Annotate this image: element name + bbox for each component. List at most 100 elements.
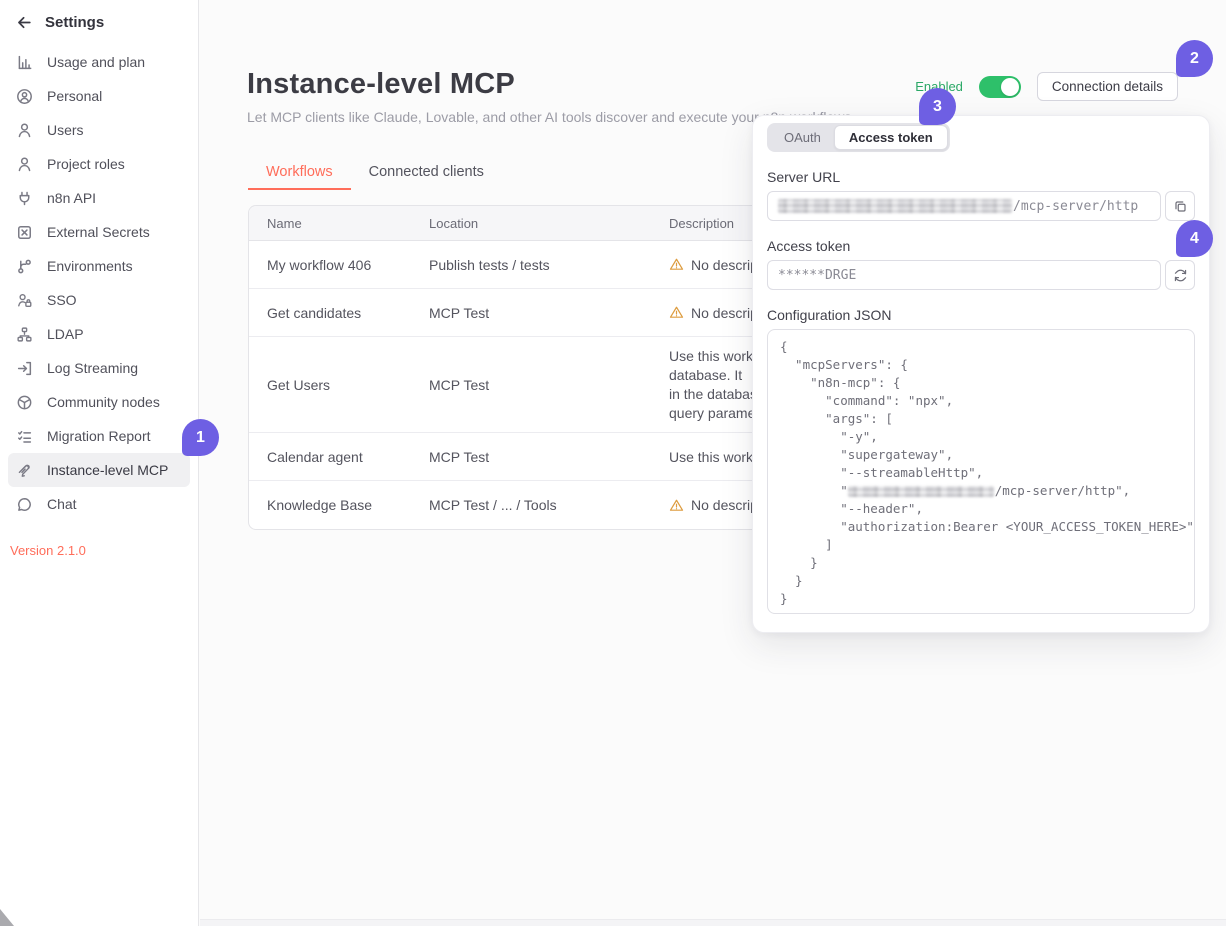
code-line: } [780, 572, 1182, 590]
sidebar-item-project-roles[interactable]: Project roles [8, 147, 190, 181]
sidebar-item-chat[interactable]: Chat [8, 487, 190, 521]
sidebar-item-label: Usage and plan [47, 54, 145, 70]
sidebar-item-label: SSO [47, 292, 77, 308]
server-url-label: Server URL [767, 169, 1195, 185]
access-token-label: Access token [767, 238, 1195, 254]
workflow-location: MCP Test [427, 449, 667, 465]
settings-sidebar: Settings Usage and plan Personal Users P… [0, 0, 199, 926]
code-line: "args": [ [780, 410, 1182, 428]
code-line: "command": "npx", [780, 392, 1182, 410]
redacted-server-host [848, 486, 994, 497]
code-line: "authorization:Bearer <YOUR_ACCESS_TOKEN… [780, 518, 1182, 536]
sidebar-item-environments[interactable]: Environments [8, 249, 190, 283]
access-token-input[interactable]: ******DRGE [767, 260, 1161, 290]
sidebar-item-label: Project roles [47, 156, 125, 172]
auth-method-tabs: OAuth Access token [767, 123, 950, 152]
code-line: "--header", [780, 500, 1182, 518]
code-line: { [780, 338, 1182, 356]
code-line: "mcpServers": { [780, 356, 1182, 374]
copy-icon [1173, 199, 1188, 214]
header-controls: Enabled Connection details [915, 72, 1178, 101]
sidebar-nav: Usage and plan Personal Users Project ro… [0, 41, 198, 525]
tab-oauth[interactable]: OAuth [770, 126, 835, 149]
redacted-server-host [778, 199, 1012, 213]
workflow-location: MCP Test [427, 377, 667, 393]
workflow-name: Get Users [249, 377, 427, 393]
server-url-input[interactable]: /mcp-server/http [767, 191, 1161, 221]
arrow-left-icon [16, 14, 33, 31]
user-lock-icon [16, 292, 33, 309]
code-line-redacted-url: "/mcp-server/http", [780, 482, 1182, 500]
warning-icon [669, 498, 684, 513]
mcp-icon [16, 462, 33, 479]
settings-back[interactable]: Settings [0, 0, 198, 41]
sidebar-item-label: LDAP [47, 326, 84, 342]
plug-icon [16, 190, 33, 207]
sidebar-item-label: Personal [47, 88, 102, 104]
sidebar-item-n8n-api[interactable]: n8n API [8, 181, 190, 215]
workflow-name: Calendar agent [249, 449, 427, 465]
sidebar-item-log-streaming[interactable]: Log Streaming [8, 351, 190, 385]
configuration-json-label: Configuration JSON [767, 307, 1195, 323]
sidebar-item-migration-report[interactable]: Migration Report [8, 419, 190, 453]
configuration-json-box[interactable]: { "mcpServers": { "n8n-mcp": { "command"… [767, 329, 1195, 614]
git-branch-icon [16, 258, 33, 275]
page-tabs: Workflows Connected clients [248, 160, 502, 190]
code-line: "--streamableHttp", [780, 464, 1182, 482]
horizontal-scrollbar-track[interactable] [200, 919, 1226, 926]
annotation-badge-4: 4 [1176, 220, 1213, 257]
sidebar-item-instance-level-mcp[interactable]: Instance-level MCP [8, 453, 190, 487]
chat-icon [16, 496, 33, 513]
annotation-badge-1: 1 [182, 419, 219, 456]
sidebar-item-label: Log Streaming [47, 360, 138, 376]
code-line: "n8n-mcp": { [780, 374, 1182, 392]
sidebar-item-label: Migration Report [47, 428, 151, 444]
package-icon [16, 394, 33, 411]
user-icon [16, 122, 33, 139]
workflow-name: Get candidates [249, 305, 427, 321]
tab-access-token[interactable]: Access token [834, 125, 948, 150]
workflow-location: MCP Test / ... / Tools [427, 497, 667, 513]
sidebar-item-personal[interactable]: Personal [8, 79, 190, 113]
annotation-badge-3: 3 [919, 88, 956, 125]
tab-workflows[interactable]: Workflows [248, 160, 351, 190]
workflow-name: Knowledge Base [249, 497, 427, 513]
code-line: } [780, 590, 1182, 608]
sidebar-item-label: External Secrets [47, 224, 150, 240]
workflow-location: Publish tests / tests [427, 257, 667, 273]
sidebar-title: Settings [45, 14, 104, 31]
code-line: } [780, 554, 1182, 572]
vault-icon [16, 224, 33, 241]
sidebar-item-usage-and-plan[interactable]: Usage and plan [8, 45, 190, 79]
sidebar-item-label: Instance-level MCP [47, 462, 168, 478]
copy-server-url-button[interactable] [1165, 191, 1195, 221]
sidebar-item-ldap[interactable]: LDAP [8, 317, 190, 351]
column-header-location: Location [427, 216, 667, 231]
sidebar-item-community-nodes[interactable]: Community nodes [8, 385, 190, 419]
version-label: Version 2.1.0 [0, 525, 198, 558]
warning-icon [669, 257, 684, 272]
annotation-badge-2: 2 [1176, 40, 1213, 77]
workflow-name: My workflow 406 [249, 257, 427, 273]
toggle-knob [1001, 78, 1019, 96]
sidebar-item-label: Community nodes [47, 394, 160, 410]
refresh-icon [1173, 268, 1188, 283]
warning-icon [669, 305, 684, 320]
sidebar-item-label: Users [47, 122, 84, 138]
column-header-name: Name [249, 216, 427, 231]
code-line: ] [780, 536, 1182, 554]
sidebar-item-external-secrets[interactable]: External Secrets [8, 215, 190, 249]
tab-connected-clients[interactable]: Connected clients [351, 160, 502, 190]
hierarchy-icon [16, 326, 33, 343]
mcp-enabled-toggle[interactable] [979, 76, 1021, 98]
user-circle-icon [16, 88, 33, 105]
connection-details-button[interactable]: Connection details [1037, 72, 1178, 101]
user-icon [16, 156, 33, 173]
code-line: "-y", [780, 428, 1182, 446]
sidebar-item-users[interactable]: Users [8, 113, 190, 147]
sidebar-item-sso[interactable]: SSO [8, 283, 190, 317]
workflow-location: MCP Test [427, 305, 667, 321]
bar-chart-icon [16, 54, 33, 71]
regenerate-token-button[interactable] [1165, 260, 1195, 290]
sidebar-item-label: Chat [47, 496, 77, 512]
